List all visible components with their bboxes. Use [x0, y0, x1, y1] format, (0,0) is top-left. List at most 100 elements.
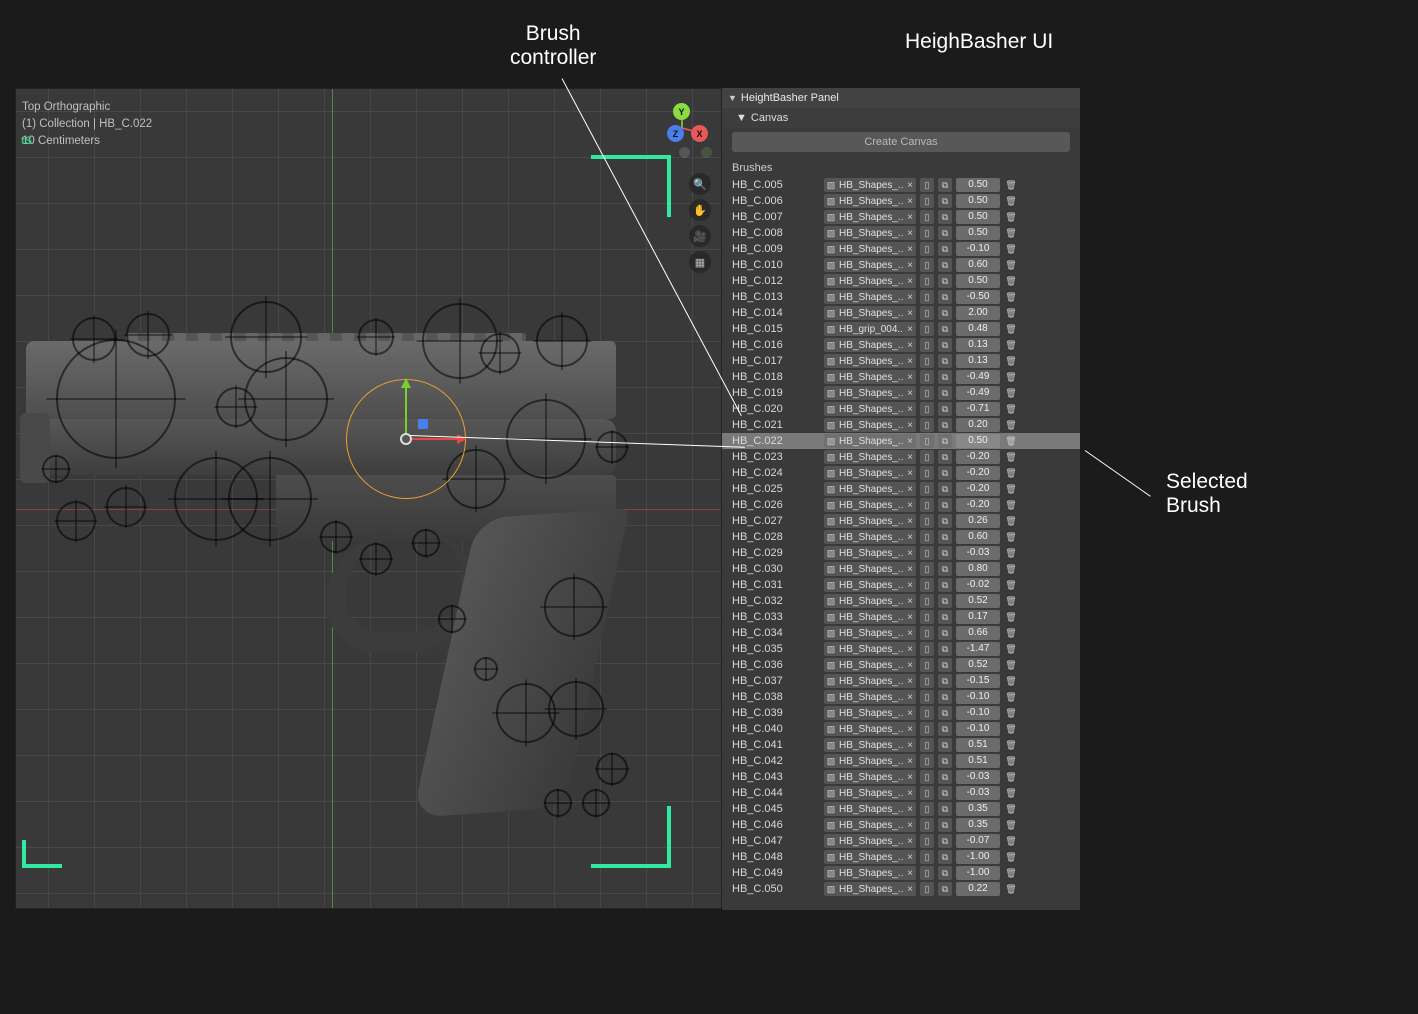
image-field[interactable]: ▧HB_Shapes_..×	[824, 834, 916, 848]
open-image-icon[interactable]: ▯	[920, 722, 934, 736]
delete-brush-icon[interactable]: 🗑	[1004, 290, 1018, 304]
delete-brush-icon[interactable]: 🗑	[1004, 386, 1018, 400]
persp-toggle-icon[interactable]: ▦	[689, 251, 711, 273]
duplicate-icon[interactable]: ⧉	[938, 626, 952, 640]
duplicate-icon[interactable]: ⧉	[938, 834, 952, 848]
delete-brush-icon[interactable]: 🗑	[1004, 706, 1018, 720]
delete-brush-icon[interactable]: 🗑	[1004, 258, 1018, 272]
duplicate-icon[interactable]: ⧉	[938, 530, 952, 544]
duplicate-icon[interactable]: ⧉	[938, 546, 952, 560]
image-field[interactable]: ▧HB_Shapes_..×	[824, 370, 916, 384]
clear-image-icon[interactable]: ×	[904, 852, 916, 863]
height-value-field[interactable]: 0.60	[956, 530, 1000, 544]
delete-brush-icon[interactable]: 🗑	[1004, 514, 1018, 528]
brush-controller-circle[interactable]	[320, 521, 352, 553]
clear-image-icon[interactable]: ×	[904, 708, 916, 719]
brush-row[interactable]: HB_C.037▧HB_Shapes_..×▯⧉-0.15🗑	[722, 673, 1080, 689]
duplicate-icon[interactable]: ⧉	[938, 274, 952, 288]
open-image-icon[interactable]: ▯	[920, 530, 934, 544]
height-value-field[interactable]: 0.51	[956, 754, 1000, 768]
duplicate-icon[interactable]: ⧉	[938, 242, 952, 256]
image-field[interactable]: ▧HB_Shapes_..×	[824, 770, 916, 784]
duplicate-icon[interactable]: ⧉	[938, 178, 952, 192]
open-image-icon[interactable]: ▯	[920, 290, 934, 304]
transform-gizmo[interactable]	[346, 379, 466, 499]
image-field[interactable]: ▧HB_Shapes_..×	[824, 450, 916, 464]
delete-brush-icon[interactable]: 🗑	[1004, 546, 1018, 560]
height-value-field[interactable]: -0.15	[956, 674, 1000, 688]
image-field[interactable]: ▧HB_Shapes_..×	[824, 466, 916, 480]
brush-controller-circle[interactable]	[56, 501, 96, 541]
image-field[interactable]: ▧HB_Shapes_..×	[824, 722, 916, 736]
duplicate-icon[interactable]: ⧉	[938, 418, 952, 432]
duplicate-icon[interactable]: ⧉	[938, 722, 952, 736]
clear-image-icon[interactable]: ×	[904, 180, 916, 191]
brush-row[interactable]: HB_C.033▧HB_Shapes_..×▯⧉0.17🗑	[722, 609, 1080, 625]
clear-image-icon[interactable]: ×	[904, 580, 916, 591]
height-value-field[interactable]: -0.10	[956, 242, 1000, 256]
image-field[interactable]: ▧HB_Shapes_..×	[824, 514, 916, 528]
delete-brush-icon[interactable]: 🗑	[1004, 642, 1018, 656]
brush-row[interactable]: HB_C.018▧HB_Shapes_..×▯⧉-0.49🗑	[722, 369, 1080, 385]
delete-brush-icon[interactable]: 🗑	[1004, 466, 1018, 480]
delete-brush-icon[interactable]: 🗑	[1004, 818, 1018, 832]
delete-brush-icon[interactable]: 🗑	[1004, 722, 1018, 736]
height-value-field[interactable]: 0.50	[956, 434, 1000, 448]
clear-image-icon[interactable]: ×	[904, 836, 916, 847]
image-field[interactable]: ▧HB_Shapes_..×	[824, 306, 916, 320]
clear-image-icon[interactable]: ×	[904, 868, 916, 879]
image-field[interactable]: ▧HB_Shapes_..×	[824, 562, 916, 576]
duplicate-icon[interactable]: ⧉	[938, 802, 952, 816]
delete-brush-icon[interactable]: 🗑	[1004, 450, 1018, 464]
clear-image-icon[interactable]: ×	[904, 260, 916, 271]
image-field[interactable]: ▧HB_Shapes_..×	[824, 530, 916, 544]
delete-brush-icon[interactable]: 🗑	[1004, 834, 1018, 848]
delete-brush-icon[interactable]: 🗑	[1004, 690, 1018, 704]
image-field[interactable]: ▧HB_Shapes_..×	[824, 658, 916, 672]
brush-row[interactable]: HB_C.023▧HB_Shapes_..×▯⧉-0.20🗑	[722, 449, 1080, 465]
image-field[interactable]: ▧HB_Shapes_..×	[824, 610, 916, 624]
open-image-icon[interactable]: ▯	[920, 498, 934, 512]
clear-image-icon[interactable]: ×	[904, 548, 916, 559]
move-y-handle[interactable]	[405, 381, 407, 437]
height-value-field[interactable]: -0.71	[956, 402, 1000, 416]
open-image-icon[interactable]: ▯	[920, 786, 934, 800]
brush-row[interactable]: HB_C.041▧HB_Shapes_..×▯⧉0.51🗑	[722, 737, 1080, 753]
delete-brush-icon[interactable]: 🗑	[1004, 530, 1018, 544]
delete-brush-icon[interactable]: 🗑	[1004, 354, 1018, 368]
brush-row[interactable]: HB_C.016▧HB_Shapes_..×▯⧉0.13🗑	[722, 337, 1080, 353]
open-image-icon[interactable]: ▯	[920, 866, 934, 880]
height-value-field[interactable]: 0.50	[956, 274, 1000, 288]
image-field[interactable]: ▧HB_Shapes_..×	[824, 354, 916, 368]
open-image-icon[interactable]: ▯	[920, 194, 934, 208]
clear-image-icon[interactable]: ×	[904, 212, 916, 223]
clear-image-icon[interactable]: ×	[904, 340, 916, 351]
brush-row[interactable]: HB_C.030▧HB_Shapes_..×▯⧉0.80🗑	[722, 561, 1080, 577]
nav-gizmo[interactable]: Y X Z	[661, 107, 703, 149]
delete-brush-icon[interactable]: 🗑	[1004, 626, 1018, 640]
move-x-handle[interactable]	[408, 438, 464, 440]
clear-image-icon[interactable]: ×	[904, 692, 916, 703]
height-value-field[interactable]: -0.03	[956, 786, 1000, 800]
height-value-field[interactable]: 0.50	[956, 194, 1000, 208]
image-field[interactable]: ▧HB_Shapes_..×	[824, 626, 916, 640]
image-field[interactable]: ▧HB_Shapes_..×	[824, 850, 916, 864]
delete-brush-icon[interactable]: 🗑	[1004, 786, 1018, 800]
clear-image-icon[interactable]: ×	[904, 612, 916, 623]
axis-y-icon[interactable]: Y	[673, 103, 690, 120]
delete-brush-icon[interactable]: 🗑	[1004, 498, 1018, 512]
height-value-field[interactable]: -0.20	[956, 498, 1000, 512]
brush-controller-circle[interactable]	[474, 657, 498, 681]
open-image-icon[interactable]: ▯	[920, 674, 934, 688]
height-value-field[interactable]: 0.13	[956, 354, 1000, 368]
open-image-icon[interactable]: ▯	[920, 690, 934, 704]
brush-controller-circle[interactable]	[412, 529, 440, 557]
image-field[interactable]: ▧HB_Shapes_..×	[824, 690, 916, 704]
duplicate-icon[interactable]: ⧉	[938, 450, 952, 464]
delete-brush-icon[interactable]: 🗑	[1004, 850, 1018, 864]
image-field[interactable]: ▧HB_Shapes_..×	[824, 418, 916, 432]
open-image-icon[interactable]: ▯	[920, 226, 934, 240]
clear-image-icon[interactable]: ×	[904, 660, 916, 671]
duplicate-icon[interactable]: ⧉	[938, 194, 952, 208]
height-value-field[interactable]: -1.47	[956, 642, 1000, 656]
